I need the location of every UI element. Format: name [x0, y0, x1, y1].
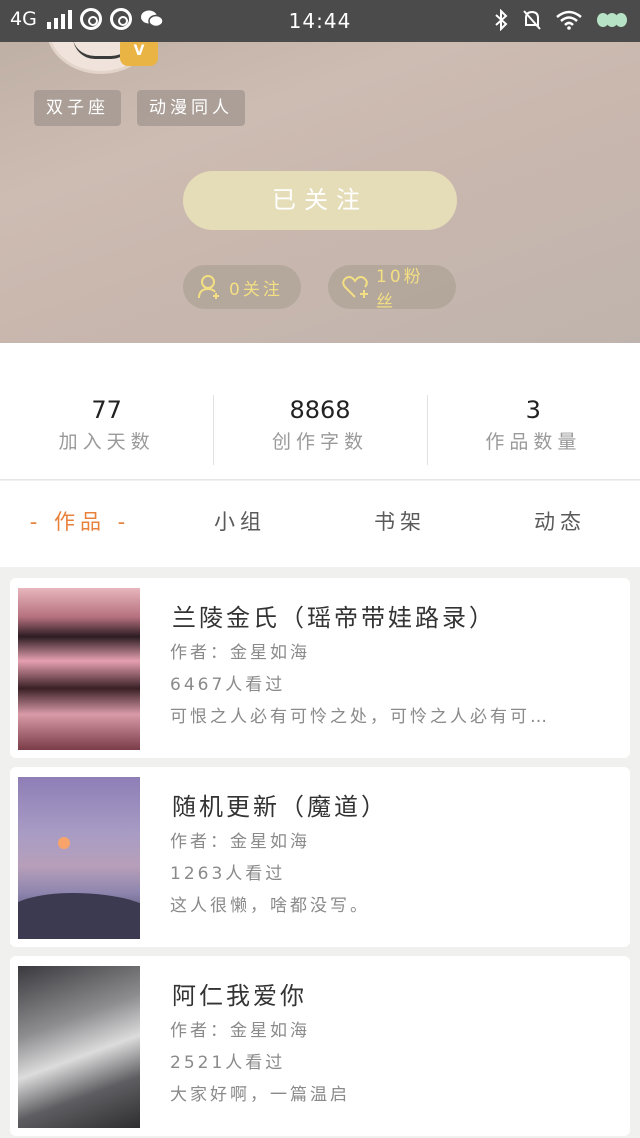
tab-groups[interactable]: 小组: [160, 481, 320, 567]
work-cover[interactable]: [18, 588, 140, 750]
sunset-sun: [58, 837, 70, 849]
tab-activity[interactable]: 动态: [480, 481, 640, 567]
vip-badge: V: [120, 42, 158, 66]
mute-bell-icon: [523, 10, 541, 30]
stat-days: 77 加入天数: [0, 343, 213, 479]
work-author: 作者：金星如海: [170, 832, 310, 852]
profile-tabs: - 作品 - 小组 书架 动态: [0, 481, 640, 567]
profile-header: V 双子座 动漫同人 已关注 0关注 10粉丝: [0, 42, 640, 343]
bluetooth-icon: [495, 9, 508, 31]
work-author: 作者：金星如海: [170, 643, 310, 663]
work-card[interactable]: 兰陵金氏（瑶帝带娃路录） 作者：金星如海 6467人看过 可恨之人必有可怜之处，…: [10, 578, 630, 758]
tag-zodiac[interactable]: 双子座: [34, 90, 121, 126]
work-views: 6467人看过: [170, 675, 286, 695]
user-plus-icon: [198, 275, 219, 299]
fans-count[interactable]: 10粉丝: [328, 265, 456, 312]
followed-button[interactable]: 已关注: [183, 171, 457, 230]
profile-tags: 双子座 动漫同人: [34, 90, 245, 126]
work-views: 1263人看过: [170, 864, 286, 884]
work-author: 作者：金星如海: [170, 1021, 310, 1041]
work-description: 可恨之人必有可怜之处，可怜之人必有可…: [170, 707, 550, 727]
stat-value: 3: [525, 396, 541, 424]
work-description: 这人很懒，啥都没写。: [170, 896, 370, 916]
work-title: 兰陵金氏（瑶帝带娃路录）: [172, 604, 496, 632]
status-right: [494, 9, 628, 31]
stat-label: 作品数量: [485, 431, 582, 453]
stat-label: 加入天数: [58, 431, 155, 453]
tag-interest[interactable]: 动漫同人: [137, 90, 245, 126]
stat-words: 8868 创作字数: [213, 343, 426, 479]
cover-hill: [18, 893, 140, 939]
fans-label: 10粉丝: [376, 267, 424, 312]
stat-works: 3 作品数量: [426, 343, 640, 479]
work-title: 阿仁我爱你: [172, 982, 307, 1010]
work-card[interactable]: 随机更新（魔道） 作者：金星如海 1263人看过 这人很懒，啥都没写。: [10, 767, 630, 947]
work-views: 2521人看过: [170, 1053, 286, 1073]
status-bar: 4G 14:44: [0, 0, 640, 42]
stat-value: 77: [91, 396, 122, 424]
work-cover[interactable]: [18, 966, 140, 1128]
stats-bar: 77 加入天数 8868 创作字数 3 作品数量: [0, 343, 640, 480]
work-description: 大家好啊，一篇温启: [170, 1085, 350, 1105]
work-cover[interactable]: [18, 777, 140, 939]
following-count[interactable]: 0关注: [183, 265, 301, 309]
wifi-icon: [556, 10, 582, 30]
heart-plus-icon: [342, 276, 368, 298]
tab-works[interactable]: - 作品 -: [0, 481, 160, 567]
work-title: 随机更新（魔道）: [172, 793, 388, 821]
stat-value: 8868: [289, 396, 351, 424]
stat-label: 创作字数: [271, 431, 368, 453]
tab-bookshelf[interactable]: 书架: [320, 481, 480, 567]
work-card[interactable]: 阿仁我爱你 作者：金星如海 2521人看过 大家好啊，一篇温启: [10, 956, 630, 1136]
following-label: 0关注: [229, 279, 283, 300]
battery-icon: [597, 13, 627, 27]
